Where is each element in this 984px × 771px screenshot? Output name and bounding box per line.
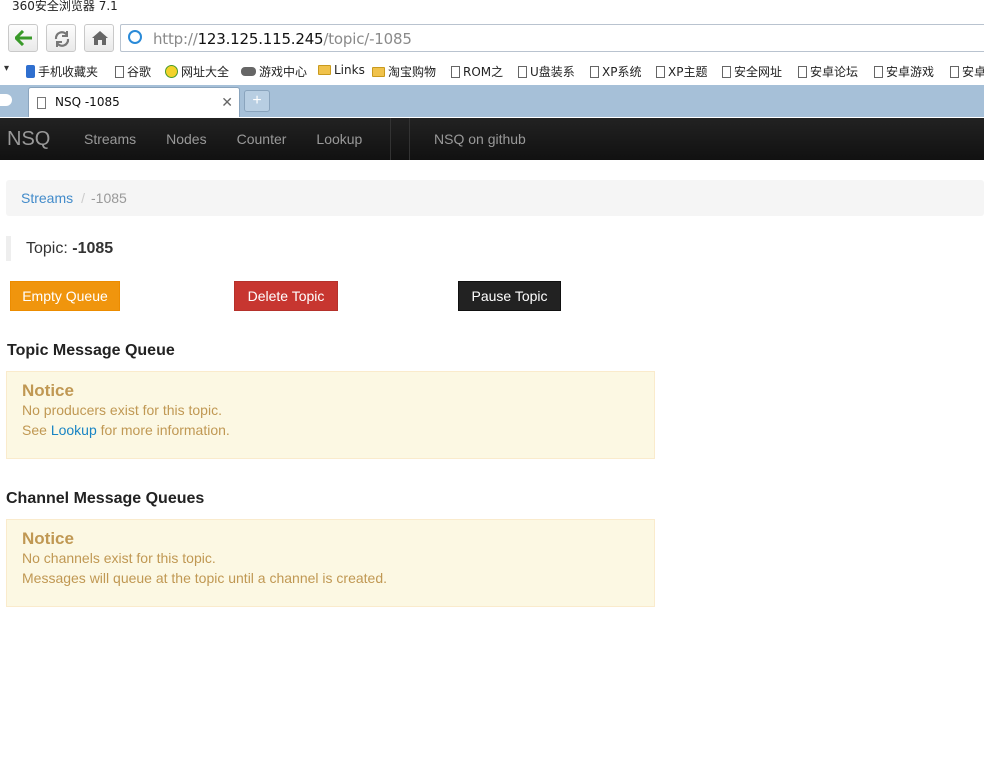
notice-text: See (22, 422, 51, 438)
bookmark-item[interactable]: XP主题 (656, 63, 707, 80)
topic-title: Topic: -1085 (6, 236, 113, 261)
bookmark-label: 安全网址 (734, 65, 783, 79)
site-globe-icon (128, 30, 142, 44)
page-icon (950, 65, 959, 78)
nav-github[interactable]: NSQ on github (434, 118, 526, 160)
nav-divider (390, 118, 391, 160)
page-icon (590, 65, 599, 78)
tab-active[interactable]: NSQ -1085 ✕ (28, 87, 240, 117)
page-icon (115, 65, 124, 78)
notice-line: Messages will queue at the topic until a… (22, 570, 387, 586)
notice-line: No channels exist for this topic. (22, 550, 216, 566)
bookmarks-bar: ▾ 手机收藏夹 谷歌 网址大全 游戏中心 Links 淘宝购物 ROM之 U盘装… (0, 58, 984, 84)
bookmarks-expand-icon[interactable]: ▾ (4, 63, 9, 74)
bookmark-item[interactable]: 游戏中心 (241, 63, 307, 80)
close-tab-icon[interactable]: ✕ (221, 94, 233, 111)
bookmark-label: 安卓游戏 (886, 65, 935, 79)
bookmark-item[interactable]: ROM之 (451, 63, 503, 80)
delete-topic-button[interactable]: Delete Topic (234, 281, 338, 311)
bookmark-item[interactable]: 安全网址 (722, 63, 782, 80)
bookmark-item[interactable]: 安卓 (950, 63, 984, 80)
url-path: /topic/-1085 (323, 30, 412, 48)
bookmark-label: U盘装系 (530, 65, 575, 79)
topic-label: Topic: (26, 240, 73, 257)
back-button[interactable] (8, 24, 38, 52)
page-icon (37, 97, 46, 109)
address-url[interactable]: http://123.125.115.245/topic/-1085 (153, 30, 412, 48)
page-icon (451, 65, 460, 78)
home-button[interactable] (84, 24, 114, 52)
folder-icon (318, 65, 331, 75)
new-tab-button[interactable]: + (244, 90, 270, 112)
tab-title: NSQ -1085 (55, 95, 120, 109)
nav-lookup[interactable]: Lookup (301, 118, 377, 160)
bookmark-label: 游戏中心 (259, 65, 308, 79)
cloud-icon[interactable] (0, 94, 12, 106)
topic-name: -1085 (72, 240, 114, 257)
gamepad-icon (241, 67, 256, 76)
url-host: 123.125.115.245 (197, 30, 324, 48)
nav-counter[interactable]: Counter (222, 118, 302, 160)
bookmark-item[interactable]: 手机收藏夹 (26, 63, 98, 80)
breadcrumb-streams-link[interactable]: Streams (21, 190, 73, 206)
notice-title: Notice (22, 381, 74, 400)
page-icon (518, 65, 527, 78)
pause-topic-button[interactable]: Pause Topic (458, 281, 561, 311)
bookmark-label: 安卓 (962, 65, 984, 79)
empty-queue-button[interactable]: Empty Queue (10, 281, 120, 311)
bookmark-label: 谷歌 (127, 65, 152, 79)
notice-line: See Lookup for more information. (22, 420, 639, 440)
breadcrumb: Streams / -1085 (6, 180, 984, 216)
nav-nodes[interactable]: Nodes (151, 118, 221, 160)
nav-streams[interactable]: Streams (69, 118, 151, 160)
bookmark-label: 网址大全 (181, 65, 230, 79)
page-icon (656, 65, 665, 78)
bookmark-item[interactable]: 淘宝购物 (372, 63, 436, 80)
notice-text: for more information. (96, 422, 230, 438)
bookmark-item[interactable]: 谷歌 (115, 63, 151, 80)
bookmark-label: ROM之 (463, 65, 504, 79)
bookmark-item[interactable]: 安卓游戏 (874, 63, 934, 80)
topic-queue-notice: Notice No producers exist for this topic… (6, 371, 655, 459)
bookmark-label: Links (334, 63, 365, 77)
channel-queues-notice: Notice No channels exist for this topic.… (6, 519, 655, 607)
bookmark-label: XP系统 (602, 65, 642, 79)
tab-strip: NSQ -1085 ✕ + (0, 85, 984, 117)
bookmark-item[interactable]: U盘装系 (518, 63, 575, 80)
site-logo-icon (165, 65, 178, 78)
browser-title-bar: 360安全浏览器 7.1 (0, 0, 984, 22)
channel-queues-heading: Channel Message Queues (6, 490, 205, 507)
url-prefix: http:// (153, 30, 198, 48)
nav-links: Streams Nodes Counter Lookup (69, 118, 377, 160)
notice-line: No producers exist for this topic. (22, 402, 222, 418)
app-navbar: NSQ Streams Nodes Counter Lookup NSQ on … (0, 118, 984, 160)
address-bar[interactable]: http://123.125.115.245/topic/-1085 (120, 24, 984, 52)
nav-divider (409, 118, 410, 160)
bookmark-label: 安卓论坛 (810, 65, 859, 79)
bookmark-item[interactable]: XP系统 (590, 63, 641, 80)
bookmark-item[interactable]: 安卓论坛 (798, 63, 858, 80)
bookmark-label: 手机收藏夹 (38, 65, 99, 79)
page-icon (722, 65, 731, 78)
notice-title: Notice (22, 529, 74, 548)
topic-queue-heading: Topic Message Queue (7, 342, 175, 359)
phone-icon (26, 65, 35, 78)
breadcrumb-current: -1085 (91, 190, 127, 206)
lookup-link[interactable]: Lookup (51, 422, 97, 438)
bookmark-item[interactable]: 网址大全 (165, 63, 229, 80)
bookmark-label: 淘宝购物 (388, 65, 437, 79)
page-icon (798, 65, 807, 78)
page-icon (874, 65, 883, 78)
bookmark-item[interactable]: Links (318, 63, 365, 77)
folder-icon (372, 66, 385, 77)
browser-toolbar: http://123.125.115.245/topic/-1085 (0, 22, 984, 56)
refresh-button[interactable] (46, 24, 76, 52)
breadcrumb-separator: / (81, 190, 86, 206)
bookmark-label: XP主题 (668, 65, 708, 79)
browser-title: 360安全浏览器 7.1 (12, 0, 118, 13)
brand-logo[interactable]: NSQ (7, 128, 50, 151)
